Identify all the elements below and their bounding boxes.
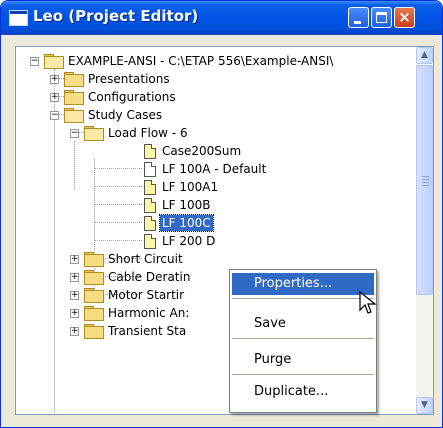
collapse-icon[interactable]: −	[50, 111, 59, 120]
tree-node-label: Transient Sta	[108, 324, 187, 338]
tree-node-label: LF 100A1	[162, 180, 219, 194]
minimize-button[interactable]	[348, 7, 369, 28]
close-icon: ×	[398, 8, 411, 26]
expand-icon[interactable]: +	[50, 75, 59, 84]
tree-node-label: LF 100C	[159, 214, 214, 232]
expand-icon[interactable]: +	[70, 273, 79, 282]
tree-node-label: Motor Startir	[108, 288, 185, 302]
scroll-down-button[interactable]: ▼	[416, 397, 433, 414]
tree-node-label: Study Cases	[88, 108, 163, 122]
maximize-button[interactable]	[371, 7, 392, 28]
menu-item-properties[interactable]: Properties...	[232, 273, 374, 295]
expand-icon[interactable]: +	[70, 291, 79, 300]
arrow-down-icon: ▼	[421, 400, 428, 410]
pointer-cursor-icon	[359, 291, 377, 314]
folder-icon	[84, 324, 104, 339]
folder-open-icon	[64, 108, 84, 123]
folder-open-icon	[44, 54, 64, 69]
tree-node-load-flow[interactable]: − Load Flow - 6	[16, 125, 416, 143]
menu-item-purge[interactable]: Purge	[232, 349, 374, 371]
expand-icon[interactable]: +	[50, 93, 59, 102]
window-icon	[9, 10, 28, 26]
grip-icon	[422, 179, 429, 180]
tree-node-label: Harmonic An:	[108, 306, 190, 320]
study-case-icon	[144, 234, 156, 249]
tree-node-study-case[interactable]: LF 100A - Default	[16, 161, 416, 179]
menu-separator	[232, 374, 374, 375]
tree-node-configurations[interactable]: + Configurations	[16, 89, 416, 107]
grip-icon	[422, 185, 429, 186]
menu-separator	[232, 338, 374, 339]
maximize-icon	[376, 12, 387, 23]
study-case-icon	[144, 216, 156, 231]
study-case-icon	[144, 144, 156, 159]
close-button[interactable]: ×	[394, 7, 415, 28]
tree-node-label: Load Flow - 6	[108, 126, 188, 140]
arrow-up-icon: ▲	[421, 50, 428, 60]
collapse-icon[interactable]: −	[30, 57, 39, 66]
expand-icon[interactable]: +	[70, 309, 79, 318]
tree-node-study-case[interactable]: LF 200 D	[16, 233, 416, 251]
tree-node-label: LF 200 D	[162, 234, 216, 248]
tree-node-study-case[interactable]: Case200Sum	[16, 143, 416, 161]
scroll-thumb[interactable]	[416, 65, 433, 295]
folder-icon	[64, 90, 84, 105]
title-bar[interactable]: Leo (Project Editor) ×	[1, 1, 442, 35]
folder-icon	[64, 72, 84, 87]
tree-node-study-case[interactable]: LF 100A1	[16, 179, 416, 197]
folder-icon	[84, 288, 104, 303]
study-case-icon	[144, 198, 156, 213]
folder-icon	[84, 252, 104, 267]
tree-node-label: LF 100B	[162, 198, 211, 212]
folder-icon	[84, 270, 104, 285]
tree-node-study-case[interactable]: LF 100B	[16, 197, 416, 215]
study-case-icon	[144, 180, 156, 195]
tree-node-study-case-selected[interactable]: LF 100C	[16, 214, 416, 233]
collapse-icon[interactable]: −	[70, 129, 79, 138]
tree-node-label: Presentations	[88, 72, 170, 86]
grip-icon	[422, 182, 429, 183]
folder-open-icon	[84, 126, 104, 141]
folder-icon	[84, 306, 104, 321]
tree-node-label: Configurations	[88, 90, 176, 104]
context-menu[interactable]: Properties... Save Purge Duplicate...	[229, 269, 377, 413]
expand-icon[interactable]: +	[70, 327, 79, 336]
tree-node-presentations[interactable]: + Presentations	[16, 71, 416, 89]
tree-node-label: Cable Deratin	[108, 270, 191, 284]
tree-node-study-cases[interactable]: − Study Cases	[16, 107, 416, 125]
tree-node-short-circuit[interactable]: + Short Circuit	[16, 251, 416, 269]
scroll-up-button[interactable]: ▲	[416, 47, 433, 64]
tree-node-label: EXAMPLE-ANSI - C:\ETAP 556\Example-ANSI\	[68, 54, 334, 68]
minimize-icon	[354, 21, 361, 24]
grip-icon	[422, 176, 429, 177]
menu-item-save[interactable]: Save	[232, 313, 374, 335]
expand-icon[interactable]: +	[70, 255, 79, 264]
menu-item-duplicate[interactable]: Duplicate...	[232, 381, 374, 403]
window-title: Leo (Project Editor)	[33, 7, 199, 25]
tree-node-root[interactable]: − EXAMPLE-ANSI - C:\ETAP 556\Example-ANS…	[16, 53, 416, 71]
tree-node-label: LF 100A - Default	[162, 162, 267, 176]
tree-node-label: Short Circuit	[108, 252, 183, 266]
vertical-scrollbar[interactable]: ▲ ▼	[416, 47, 433, 414]
tree-node-label: Case200Sum	[162, 144, 242, 158]
study-case-icon	[144, 162, 156, 177]
menu-separator	[232, 298, 374, 299]
